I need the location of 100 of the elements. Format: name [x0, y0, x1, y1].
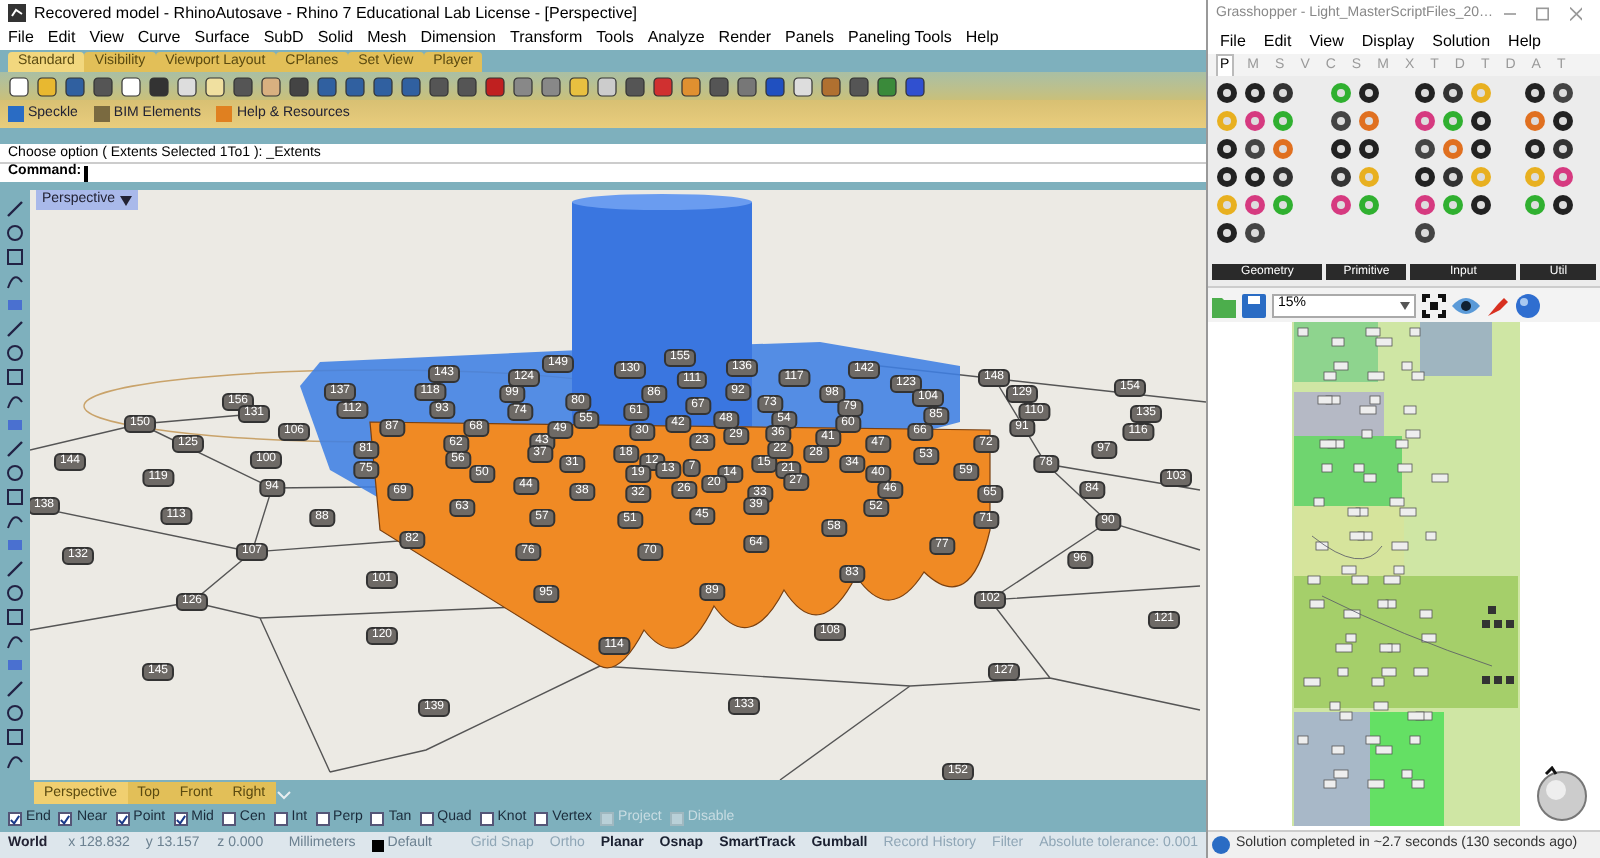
component-icon[interactable] — [1469, 194, 1492, 216]
maximize-icon[interactable] — [1536, 6, 1550, 22]
toolbar-icon[interactable] — [120, 75, 142, 97]
checkbox[interactable] — [221, 812, 236, 826]
close-icon[interactable] — [1569, 6, 1583, 22]
component-icon[interactable] — [1244, 222, 1266, 244]
drawing-tool-icon[interactable] — [4, 462, 26, 484]
toolbar-icon[interactable] — [456, 75, 478, 97]
drawing-tool-icon[interactable] — [4, 246, 26, 268]
drawing-tool-icon[interactable] — [4, 726, 26, 748]
checkbox[interactable] — [534, 812, 549, 826]
checkbox[interactable] — [115, 812, 130, 826]
toolbar-icon[interactable] — [92, 75, 114, 97]
drawing-tool-icon[interactable] — [4, 582, 26, 604]
menu-item[interactable]: Display — [1361, 29, 1415, 53]
toolbar-icon[interactable] — [764, 75, 786, 97]
drawing-tool-icon[interactable] — [4, 702, 26, 724]
menu-item[interactable]: SubD — [263, 26, 304, 50]
component-icon[interactable] — [1552, 82, 1575, 104]
drawing-tool-icon[interactable] — [4, 342, 26, 364]
menu-item[interactable]: Render — [718, 26, 772, 50]
menu-item[interactable]: Edit — [47, 26, 76, 50]
menu-item[interactable]: File — [8, 26, 34, 50]
node-group-panel[interactable] — [1294, 712, 1370, 826]
toolbar-icon[interactable] — [204, 75, 226, 97]
component-icon[interactable] — [1552, 194, 1575, 216]
menu-item[interactable]: Mesh — [367, 26, 407, 50]
toolbar-icon[interactable] — [736, 75, 758, 97]
menu-item[interactable]: Panels — [785, 26, 835, 50]
menu-item[interactable]: Solution — [1432, 29, 1491, 53]
menu-item[interactable]: Surface — [194, 26, 250, 50]
drawing-tool-icon[interactable] — [4, 510, 26, 532]
component-icon[interactable] — [1272, 166, 1294, 188]
component-icon[interactable] — [1330, 166, 1353, 188]
drawing-tool-icon[interactable] — [4, 558, 26, 580]
checkbox[interactable] — [273, 812, 288, 826]
menu-item[interactable]: Dimension — [420, 26, 496, 50]
menu-item[interactable]: Curve — [137, 26, 181, 50]
toolbar-icon[interactable] — [904, 75, 926, 97]
menu-item[interactable]: File — [1220, 29, 1246, 53]
menu-item[interactable]: Solid — [317, 26, 354, 50]
navigation-sphere-icon[interactable] — [1534, 766, 1590, 822]
component-icon[interactable] — [1272, 82, 1294, 104]
toolbar-icon[interactable] — [428, 75, 450, 97]
checkbox[interactable] — [8, 812, 22, 826]
component-nodes[interactable] — [1297, 327, 1493, 789]
component-icon[interactable] — [1413, 138, 1436, 160]
toolbar-icon[interactable] — [792, 75, 814, 97]
component-icon[interactable] — [1216, 222, 1238, 244]
drawing-tool-icon[interactable] — [4, 222, 26, 244]
toolbar-icon[interactable] — [652, 75, 674, 97]
component-icon[interactable] — [1358, 82, 1381, 104]
component-icon[interactable] — [1216, 82, 1238, 104]
drawing-tool-icon[interactable] — [4, 486, 26, 508]
drawing-tool-icon[interactable] — [4, 366, 26, 388]
drawing-tool-icon[interactable] — [4, 750, 26, 772]
toolbar-icon[interactable] — [512, 75, 534, 97]
menu-item[interactable]: Tools — [596, 26, 634, 50]
drawing-tool-icon[interactable] — [4, 606, 26, 628]
component-icon[interactable] — [1469, 110, 1492, 132]
component-icon[interactable] — [1216, 138, 1238, 160]
toolbar-icon[interactable] — [232, 75, 254, 97]
menu-item[interactable]: Paneling Tools — [848, 26, 952, 50]
toolbar-icon[interactable] — [400, 75, 422, 97]
drawing-tool-icon[interactable] — [4, 270, 26, 292]
menu-item[interactable]: Analyze — [647, 26, 705, 50]
drawing-tool-icon[interactable] — [4, 318, 26, 340]
component-icon[interactable] — [1413, 222, 1436, 244]
toolbar-icon[interactable] — [8, 75, 30, 97]
toolbar-icon[interactable] — [680, 75, 702, 97]
drawing-tool-icon[interactable] — [4, 630, 26, 652]
toolbar-icon[interactable] — [708, 75, 730, 97]
component-icon[interactable] — [1552, 138, 1575, 160]
checkbox[interactable] — [58, 812, 73, 826]
toolbar-icon[interactable] — [64, 75, 86, 97]
toolbar-icon[interactable] — [260, 75, 282, 97]
menu-item[interactable]: View — [1309, 29, 1344, 53]
toolbar-icon[interactable] — [820, 75, 842, 97]
toolbar-icon[interactable] — [624, 75, 646, 97]
component-icon[interactable] — [1524, 138, 1547, 160]
checkbox[interactable] — [479, 812, 494, 826]
component-icon[interactable] — [1524, 82, 1547, 104]
component-icon[interactable] — [1216, 166, 1238, 188]
component-icon[interactable] — [1330, 110, 1353, 132]
menu-item[interactable]: Help — [1508, 29, 1541, 53]
save-icon[interactable] — [1242, 293, 1266, 317]
checkbox[interactable] — [370, 812, 385, 826]
checkbox[interactable] — [315, 812, 330, 826]
toolbar-icon[interactable] — [344, 75, 366, 97]
toolbar-icon[interactable] — [848, 75, 870, 97]
folder-icon[interactable] — [1212, 293, 1236, 317]
toolbar-icon[interactable] — [876, 75, 898, 97]
component-icon[interactable] — [1413, 166, 1436, 188]
component-icon[interactable] — [1413, 82, 1436, 104]
toolbar-icon[interactable] — [148, 75, 170, 97]
menu-item[interactable]: Edit — [1263, 29, 1292, 53]
component-icon[interactable] — [1330, 138, 1353, 160]
checkbox[interactable] — [419, 812, 434, 826]
component-icon[interactable] — [1469, 138, 1492, 160]
menu-item[interactable]: View — [89, 26, 124, 50]
